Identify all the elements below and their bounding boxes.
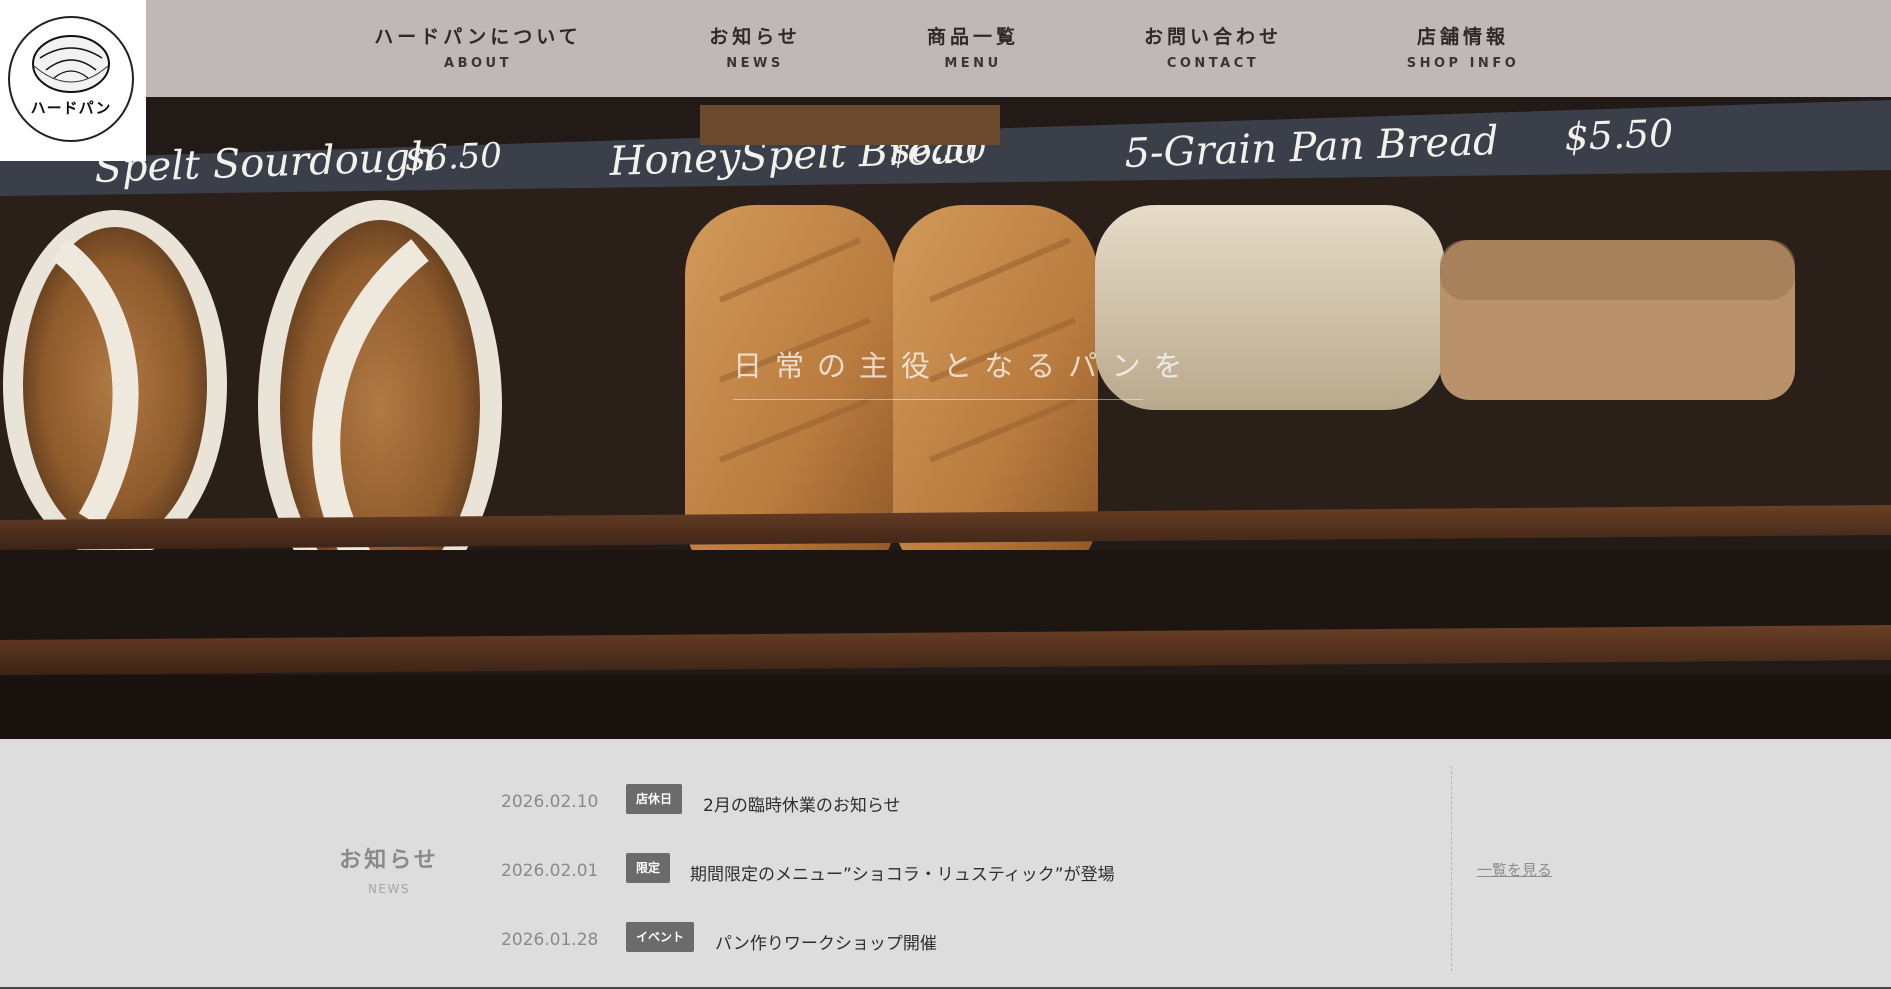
news-heading-en: NEWS xyxy=(367,882,411,896)
nav-label-jp: 商品一覧 xyxy=(926,26,1020,48)
nav-shop-info[interactable]: 店舗情報 SHOP INFO xyxy=(1407,22,1520,71)
svg-text:$5.50: $5.50 xyxy=(1564,111,1674,159)
news-category-badge: 限定 xyxy=(626,853,671,883)
hero-catchphrase: 日常の主役となるパンを xyxy=(733,349,1196,383)
hero-image: Spelt Sourdough $6.50 HoneySpelt Bread $… xyxy=(0,0,1891,739)
news-date: 2026.01.28 xyxy=(501,930,599,950)
logo-emblem: ハードパン xyxy=(8,16,134,142)
nav-label-jp: お問い合わせ xyxy=(1143,26,1283,48)
logo-text: ハードパン xyxy=(30,99,112,117)
nav-label-en: MENU xyxy=(944,56,1002,71)
nav-about[interactable]: ハードパンについて ABOUT xyxy=(374,22,581,71)
news-section: お知らせ NEWS 2026.02.10 店休日 2月の臨時休業のお知らせ 20… xyxy=(0,739,1891,989)
nav-label-jp: ハードパンについて xyxy=(374,26,582,48)
nav-label-jp: お知らせ xyxy=(709,26,801,48)
news-title[interactable]: 2月の臨時休業のお知らせ xyxy=(703,791,900,816)
news-date: 2026.02.10 xyxy=(501,792,599,812)
nav-label-en: CONTACT xyxy=(1166,56,1260,71)
news-category-badge: 店休日 xyxy=(626,784,683,814)
news-title[interactable]: パン作りワークショップ開催 xyxy=(715,929,937,954)
nav-news[interactable]: お知らせ NEWS xyxy=(709,22,801,71)
site-header: ハードパンについて ABOUT お知らせ NEWS 商品一覧 MENU お問い合… xyxy=(0,0,1891,97)
news-category-badge: イベント xyxy=(626,922,695,952)
news-date: 2026.02.01 xyxy=(501,861,599,881)
bread-loaf-icon xyxy=(32,35,110,93)
nav-label-en: SHOP INFO xyxy=(1406,56,1520,71)
catchphrase-underline xyxy=(733,399,1143,400)
nav-contact[interactable]: お問い合わせ CONTACT xyxy=(1144,22,1282,71)
svg-text:$6.50: $6.50 xyxy=(404,136,503,179)
news-heading: お知らせ NEWS xyxy=(322,842,456,896)
nav-label-jp: 店舗情報 xyxy=(1416,26,1509,48)
news-title[interactable]: 期間限定のメニュー”ショコラ・リュスティック”が登場 xyxy=(690,860,1115,885)
nav-menu[interactable]: 商品一覧 MENU xyxy=(927,22,1019,71)
nav-label-en: NEWS xyxy=(726,56,784,71)
global-nav: ハードパンについて ABOUT お知らせ NEWS 商品一覧 MENU お問い合… xyxy=(0,0,1891,97)
news-heading-jp: お知らせ xyxy=(339,848,439,873)
nav-label-en: ABOUT xyxy=(444,56,512,71)
view-all-news-link[interactable]: 一覧を見る xyxy=(1477,859,1552,880)
news-divider xyxy=(1451,766,1452,971)
site-logo[interactable]: ハードパン xyxy=(0,0,146,161)
